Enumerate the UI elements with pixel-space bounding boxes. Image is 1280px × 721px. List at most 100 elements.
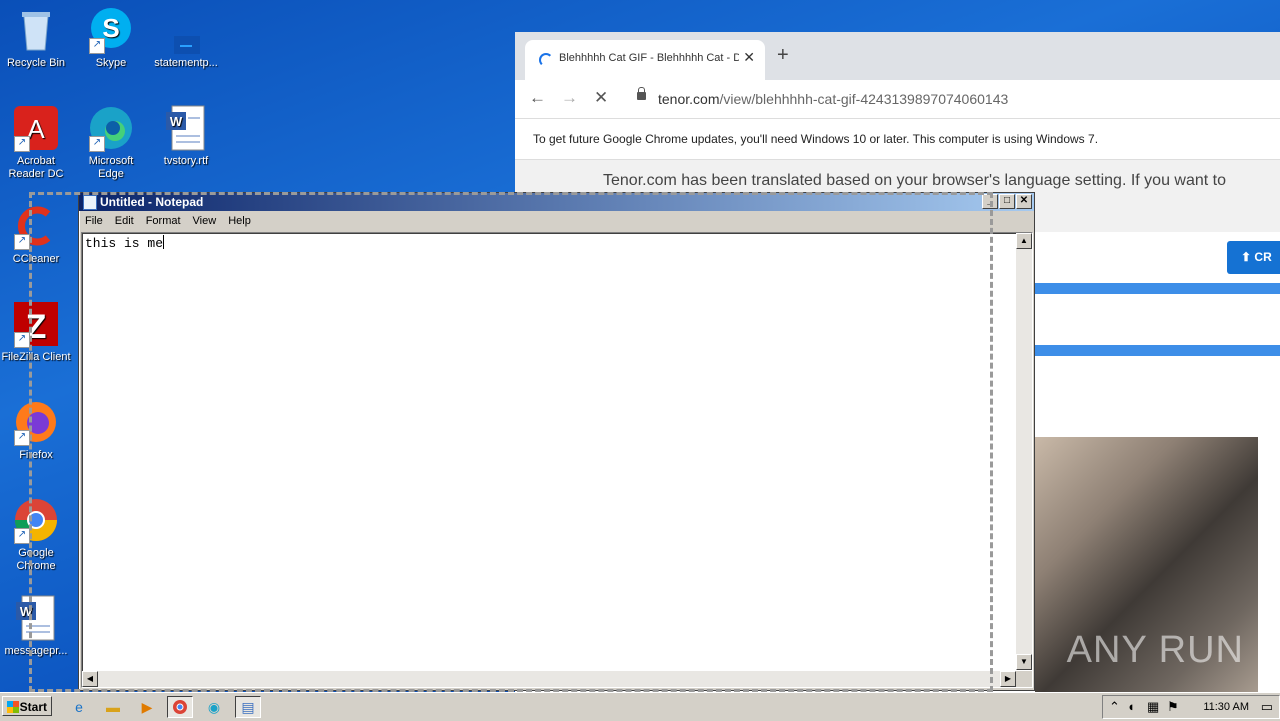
desktop-icon-edge[interactable]: ↗ Microsoft Edge <box>75 104 147 181</box>
desktop-icon-label: Skype <box>95 57 127 69</box>
stop-loading-icon[interactable]: ✕ <box>594 88 608 108</box>
window-title: Untitled - Notepad <box>100 195 204 209</box>
shortcut-arrow-icon: ↗ <box>14 234 30 250</box>
maximize-button[interactable]: □ <box>999 194 1015 209</box>
shortcut-arrow-icon: ↗ <box>14 528 30 544</box>
taskbar-ie-icon[interactable]: e <box>66 696 92 718</box>
desktop-icon-label: Acrobat Reader DC <box>8 155 64 180</box>
desktop-icon-ccleaner[interactable]: ↗ CCleaner <box>0 202 72 266</box>
taskbar-edge-icon[interactable]: ◉ <box>201 696 227 718</box>
toolbar: ← → ✕ tenor.com/view/blehhhhh-cat-gif-42… <box>515 80 1280 119</box>
menu-edit[interactable]: Edit <box>109 211 140 227</box>
desktop-icon-label: Google Chrome <box>16 547 56 572</box>
scroll-right-arrow-icon[interactable]: ▶ <box>1000 671 1016 687</box>
taskbar-media-player-icon[interactable]: ▶ <box>134 696 160 718</box>
shortcut-arrow-icon: ↗ <box>89 136 105 152</box>
cat-gif-image[interactable]: ANY RUN <box>1035 437 1258 692</box>
taskbar-explorer-icon[interactable]: ▬ <box>100 696 126 718</box>
clock[interactable]: 11:30 AM <box>1203 701 1249 713</box>
skype-icon: S ↗ <box>87 6 135 54</box>
windows-flag-icon <box>7 701 19 713</box>
network-icon[interactable]: ▦ <box>1147 699 1159 715</box>
file-icon <box>162 6 210 54</box>
firefox-icon: ↗ <box>12 398 60 446</box>
resize-grip[interactable] <box>1016 671 1032 687</box>
show-desktop-icon[interactable]: ▭ <box>1261 699 1273 715</box>
shortcut-arrow-icon: ↗ <box>89 38 105 54</box>
chrome-icon: ↗ <box>12 496 60 544</box>
horizontal-scrollbar[interactable]: ◀ ▶ <box>82 671 1016 687</box>
volume-icon[interactable]: ◖ <box>1127 699 1135 714</box>
forward-arrow-icon[interactable]: → <box>561 88 578 108</box>
vertical-scrollbar[interactable]: ▲ ▼ <box>1016 233 1032 670</box>
action-center-flag-icon[interactable]: ⚑ <box>1167 699 1179 715</box>
lock-icon[interactable] <box>637 87 646 100</box>
address-bar[interactable]: tenor.com/view/blehhhhh-cat-gif-42431398… <box>658 91 1008 107</box>
recycle-bin-icon <box>12 6 60 54</box>
close-tab-icon[interactable]: ✕ <box>743 49 755 66</box>
show-hidden-icons-icon[interactable]: ⌃ <box>1109 699 1120 715</box>
svg-text:A: A <box>27 114 45 144</box>
editor-text: this is me <box>85 235 165 251</box>
menu-help[interactable]: Help <box>222 211 257 227</box>
desktop-icon-label: statementp... <box>154 57 218 69</box>
desktop-icon-tvstory[interactable]: W tvstory.rtf <box>150 104 222 168</box>
nav-bar-stripe <box>1035 345 1280 356</box>
desktop-icon-label: Recycle Bin <box>6 57 66 69</box>
text-editor-area[interactable]: this is me ▲ ▼ ◀ ▶ <box>81 232 1033 688</box>
notepad-icon <box>83 195 97 210</box>
svg-text:W: W <box>170 114 183 129</box>
ccleaner-icon: ↗ <box>12 202 60 250</box>
desktop-icon-label: Firefox <box>19 449 53 461</box>
shortcut-arrow-icon: ↗ <box>14 430 30 446</box>
text-caret <box>163 235 165 249</box>
desktop-icon-chrome[interactable]: ↗ Google Chrome <box>0 496 72 573</box>
scroll-up-arrow-icon[interactable]: ▲ <box>1016 233 1032 249</box>
taskbar-notepad-icon[interactable]: ▤ <box>235 696 261 718</box>
scroll-down-arrow-icon[interactable]: ▼ <box>1016 654 1032 670</box>
upload-button[interactable]: ⬆ CR <box>1227 241 1280 274</box>
upload-label: CR <box>1254 250 1272 264</box>
menu-view[interactable]: View <box>187 211 223 227</box>
taskbar: Start e ▬ ▶ ◉ ▤ ⌃ ◖ ▦ ⚑ 11:30 AM ▭ <box>0 692 1280 721</box>
translate-text: Tenor.com has been translated based on y… <box>603 172 1226 189</box>
start-label: Start <box>19 700 47 714</box>
url-path: /view/blehhhhh-cat-gif-42431398970740601… <box>719 91 1009 107</box>
acrobat-icon: A ↗ <box>12 104 60 152</box>
desktop-icon-statement[interactable]: statementp... <box>150 6 222 70</box>
editor-content: this is me <box>85 236 164 251</box>
desktop-icon-label: messagepr... <box>4 645 68 657</box>
scroll-left-arrow-icon[interactable]: ◀ <box>82 671 98 687</box>
tab-title: Blehhhhh Cat GIF - Blehhhhh Cat - D <box>559 52 739 64</box>
watermark: ANY RUN <box>1066 629 1244 671</box>
minimize-button[interactable]: _ <box>982 194 998 209</box>
start-button[interactable]: Start <box>2 696 52 716</box>
notepad-window: Untitled - Notepad _ □ ✕ File Edit Format V… <box>78 192 1035 691</box>
system-tray: ⌃ ◖ ▦ ⚑ 11:30 AM ▭ <box>1102 695 1280 719</box>
desktop-icon-messagepr[interactable]: W messagepr... <box>0 594 72 658</box>
loading-spinner-icon <box>539 53 553 67</box>
edge-icon: ↗ <box>87 104 135 152</box>
desktop-icon-label: CCleaner <box>12 253 60 265</box>
taskbar-chrome-icon[interactable] <box>167 696 193 718</box>
menu-file[interactable]: File <box>79 211 109 227</box>
back-arrow-icon[interactable]: ← <box>529 88 546 108</box>
desktop-icon-label: FileZilla Client <box>1 351 71 363</box>
shortcut-arrow-icon: ↗ <box>14 332 30 348</box>
desktop-icon-firefox[interactable]: ↗ Firefox <box>0 398 72 462</box>
svg-text:W: W <box>20 604 33 619</box>
new-tab-icon[interactable]: + <box>777 44 789 67</box>
desktop-icon-label: Microsoft Edge <box>88 155 134 180</box>
desktop-icon-recycle-bin[interactable]: Recycle Bin <box>0 6 72 70</box>
menu-format[interactable]: Format <box>140 211 187 227</box>
update-infobar: To get future Google Chrome updates, you… <box>515 119 1280 160</box>
filezilla-icon: Z ↗ <box>12 300 60 348</box>
browser-tab[interactable]: Blehhhhh Cat GIF - Blehhhhh Cat - D ✕ <box>525 40 765 80</box>
close-button[interactable]: ✕ <box>1016 194 1032 209</box>
desktop-icon-label: tvstory.rtf <box>163 155 209 167</box>
desktop-icon-acrobat[interactable]: A ↗ Acrobat Reader DC <box>0 104 72 181</box>
notepad-titlebar[interactable]: Untitled - Notepad _ □ ✕ <box>79 193 1034 211</box>
desktop-icon-skype[interactable]: S ↗ Skype <box>75 6 147 70</box>
tab-strip: Blehhhhh Cat GIF - Blehhhhh Cat - D ✕ + <box>515 32 1280 80</box>
desktop-icon-filezilla[interactable]: Z ↗ FileZilla Client <box>0 300 72 364</box>
